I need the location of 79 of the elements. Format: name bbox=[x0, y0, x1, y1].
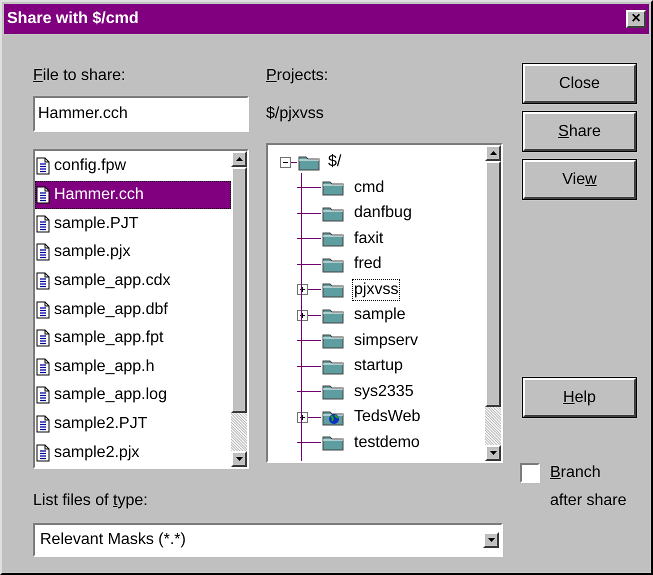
project-path: $/pjxvss bbox=[266, 104, 325, 124]
field-label: Projects: bbox=[266, 66, 330, 86]
file-item[interactable]: sample_app.h bbox=[35, 352, 231, 382]
document-icon bbox=[36, 243, 50, 262]
folder-icon bbox=[297, 154, 321, 170]
field-label: List files of type: bbox=[33, 491, 149, 511]
file-item[interactable]: sample_app.fpt bbox=[35, 324, 231, 352]
collapse-icon[interactable] bbox=[280, 156, 291, 168]
down-arrow-icon bbox=[488, 538, 494, 542]
document-icon bbox=[36, 444, 50, 462]
file-item[interactable]: sample_app.dbf bbox=[35, 295, 231, 324]
tree-item[interactable]: $/ bbox=[327, 150, 342, 174]
folder-icon bbox=[321, 179, 345, 196]
file-item[interactable]: sample.PJT bbox=[35, 209, 231, 238]
scroll-down-button[interactable] bbox=[231, 451, 247, 467]
scroll-up-button[interactable] bbox=[231, 151, 247, 167]
file-item[interactable]: config.fpw bbox=[35, 152, 231, 181]
down-arrow-icon bbox=[236, 457, 242, 461]
document-icon bbox=[36, 300, 50, 319]
scrollbar[interactable] bbox=[485, 145, 501, 461]
folder-icon bbox=[321, 306, 345, 324]
folder-icon bbox=[321, 358, 345, 375]
checkbox-label: Branch bbox=[550, 463, 602, 483]
document-icon bbox=[36, 214, 50, 233]
folder-icon bbox=[321, 332, 345, 350]
file-item[interactable]: sample_app.log bbox=[35, 381, 231, 410]
folder-icon bbox=[321, 204, 345, 222]
close-button[interactable]: × bbox=[626, 10, 646, 28]
dialog-button[interactable]: View bbox=[523, 160, 636, 199]
document-icon bbox=[36, 157, 50, 176]
help-button[interactable]: Help bbox=[523, 378, 636, 417]
file-type-dropdown[interactable]: Relevant Masks (*.*) bbox=[33, 523, 503, 557]
file-item[interactable]: Hammer.cch bbox=[35, 180, 231, 210]
tree-item[interactable]: sys2335 bbox=[353, 382, 415, 402]
file-item[interactable]: sample.pjx bbox=[35, 238, 231, 267]
file-item[interactable]: sample_app.cdx bbox=[35, 266, 231, 296]
tree-item[interactable]: faxit bbox=[353, 228, 384, 249]
tree-item[interactable]: testdemo bbox=[353, 432, 421, 453]
folder-icon bbox=[321, 230, 345, 248]
tree-item[interactable]: fred bbox=[353, 254, 383, 274]
tree-item[interactable]: danfbug bbox=[353, 203, 413, 224]
tree-item[interactable]: sample bbox=[353, 305, 407, 326]
globe-folder-icon bbox=[321, 408, 345, 426]
field-label: File to share: bbox=[33, 66, 126, 86]
scroll-thumb[interactable] bbox=[231, 167, 247, 413]
file-item[interactable]: sample2.PJT bbox=[35, 410, 231, 438]
dialog-button[interactable]: Share bbox=[523, 112, 636, 151]
dialog-button[interactable]: Close bbox=[523, 64, 636, 103]
scroll-thumb[interactable] bbox=[485, 161, 501, 407]
document-icon bbox=[36, 358, 50, 376]
checkbox[interactable] bbox=[520, 463, 540, 483]
document-icon bbox=[36, 329, 50, 348]
folder-icon bbox=[321, 434, 345, 452]
document-icon bbox=[36, 186, 50, 204]
tree-item[interactable]: pjxvss bbox=[353, 280, 400, 300]
up-arrow-icon bbox=[490, 151, 496, 155]
file-item[interactable]: sample2.pjx bbox=[35, 438, 231, 468]
down-arrow-icon bbox=[490, 451, 496, 455]
dropdown-button[interactable] bbox=[483, 532, 499, 548]
scrollbar[interactable] bbox=[231, 151, 247, 467]
window-title: Share with $/cmd bbox=[7, 9, 139, 29]
expand-icon[interactable] bbox=[297, 310, 308, 321]
document-icon bbox=[36, 386, 50, 404]
tree-item[interactable]: simpserv bbox=[353, 330, 420, 351]
folder-icon bbox=[321, 281, 345, 298]
tree-item[interactable]: startup bbox=[353, 356, 404, 376]
document-icon bbox=[36, 415, 50, 434]
scroll-down-button[interactable] bbox=[485, 445, 501, 461]
scroll-up-button[interactable] bbox=[485, 145, 501, 161]
checkbox-label: after share bbox=[550, 491, 626, 511]
folder-icon bbox=[321, 256, 345, 273]
up-arrow-icon bbox=[236, 157, 242, 161]
tree-item[interactable]: cmd bbox=[353, 178, 386, 198]
file-name-field[interactable]: Hammer.cch bbox=[33, 96, 249, 132]
expand-icon[interactable] bbox=[297, 284, 308, 296]
tree-item[interactable]: TedsWeb bbox=[353, 407, 422, 428]
document-icon bbox=[36, 272, 50, 290]
folder-icon bbox=[321, 383, 345, 400]
expand-icon[interactable] bbox=[297, 412, 308, 423]
